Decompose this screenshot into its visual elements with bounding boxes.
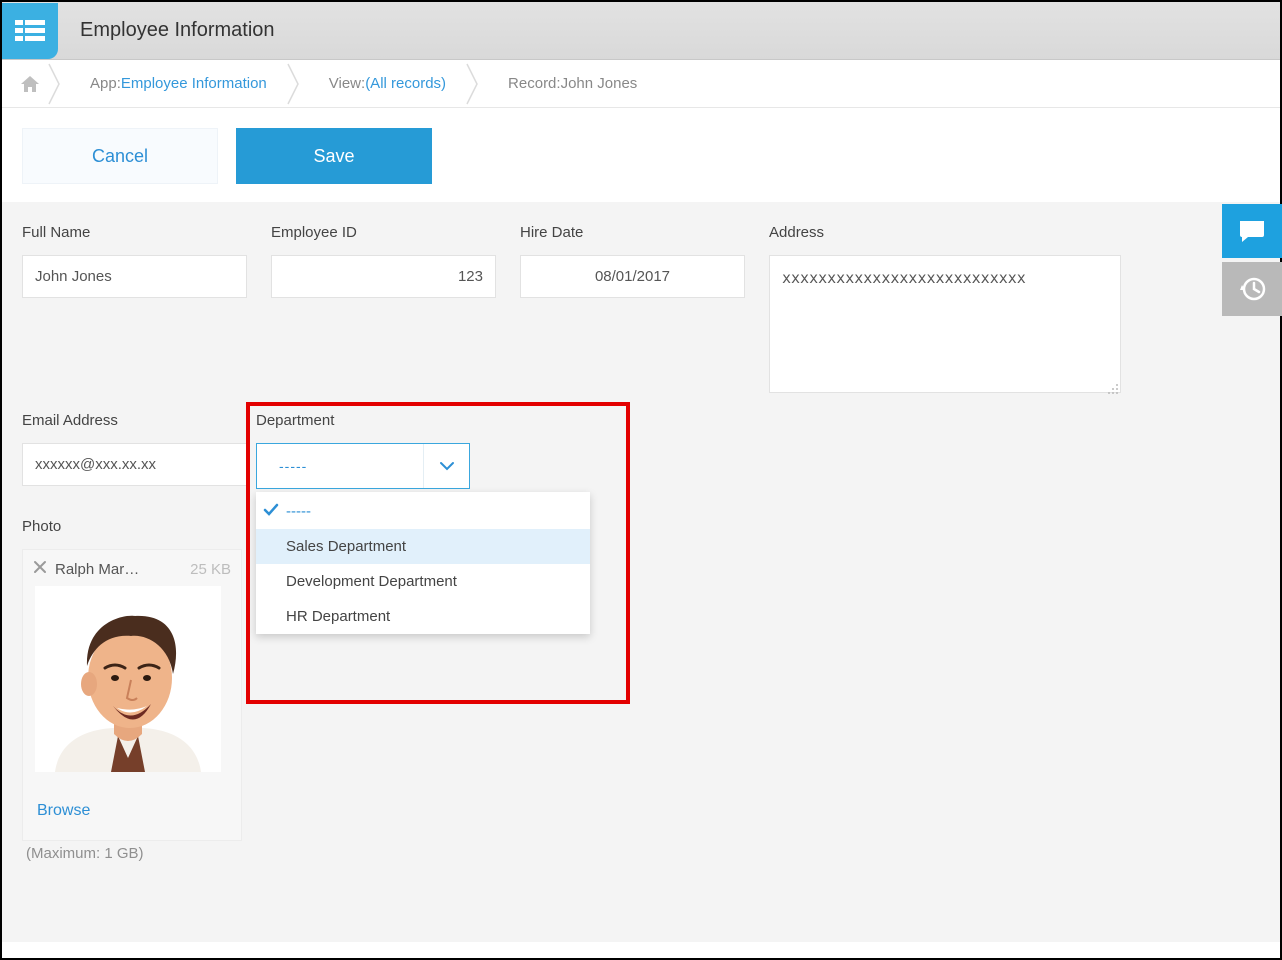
history-icon xyxy=(1238,275,1266,303)
department-option-development[interactable]: Development Department xyxy=(256,564,590,599)
hire-date-label: Hire Date xyxy=(520,224,745,241)
photo-label: Photo xyxy=(22,518,242,535)
employee-id-input[interactable] xyxy=(271,255,496,298)
avatar-image xyxy=(35,586,221,772)
chevron-down-icon xyxy=(423,444,469,488)
photo-filename[interactable]: Ralph Mar… xyxy=(55,561,151,578)
cancel-button[interactable]: Cancel xyxy=(22,128,218,184)
resize-handle-icon[interactable] xyxy=(1107,383,1119,395)
employee-id-label: Employee ID xyxy=(271,224,496,241)
chevron-right-icon xyxy=(466,60,480,108)
department-select[interactable]: ----- xyxy=(256,443,470,489)
department-option-none[interactable]: ----- xyxy=(256,494,590,529)
full-name-input[interactable] xyxy=(22,255,247,298)
email-input[interactable] xyxy=(22,443,247,486)
breadcrumb-record-prefix: Record: xyxy=(508,75,561,92)
department-option-label: HR Department xyxy=(286,608,390,625)
cancel-button-label: Cancel xyxy=(92,146,148,167)
photo-card: Ralph Mar… 25 KB xyxy=(22,549,242,841)
save-button[interactable]: Save xyxy=(236,128,432,184)
close-icon xyxy=(33,560,47,574)
list-icon xyxy=(15,18,45,44)
check-icon xyxy=(263,502,279,522)
action-bar: Cancel Save xyxy=(2,108,1280,202)
hire-date-input[interactable] xyxy=(520,255,745,298)
address-field: Address xyxy=(769,224,1121,397)
breadcrumb-record: Record: John Jones xyxy=(480,60,657,108)
browse-button-label: Browse xyxy=(37,802,90,819)
department-option-label: Sales Department xyxy=(286,538,406,555)
employee-id-field: Employee ID xyxy=(271,224,496,298)
save-button-label: Save xyxy=(313,146,354,167)
department-selected-value: ----- xyxy=(279,458,307,474)
chevron-right-icon xyxy=(48,60,62,108)
breadcrumb-record-name: John Jones xyxy=(561,75,638,92)
header-bar: Employee Information xyxy=(2,2,1280,60)
address-input[interactable] xyxy=(769,255,1121,393)
breadcrumb-app-link[interactable]: Employee Information xyxy=(121,75,267,92)
photo-max-size: (Maximum: 1 GB) xyxy=(22,841,242,862)
page-title: Employee Information xyxy=(80,19,275,42)
remove-photo-button[interactable] xyxy=(33,560,47,578)
department-option-label: ----- xyxy=(286,503,311,520)
history-tab[interactable] xyxy=(1222,262,1282,316)
email-label: Email Address xyxy=(22,412,247,429)
department-option-hr[interactable]: HR Department xyxy=(256,599,590,634)
breadcrumb-app[interactable]: App: Employee Information xyxy=(62,60,287,108)
department-dropdown-menu: ----- Sales Department Development Depar… xyxy=(256,492,590,634)
form-area: Full Name Employee ID Hire Date Address xyxy=(2,202,1280,942)
photo-field: Photo Ralph Mar… 25 KB xyxy=(22,518,242,862)
breadcrumb-view[interactable]: View: (All records) xyxy=(301,60,466,108)
hire-date-field: Hire Date xyxy=(520,224,745,298)
department-label: Department xyxy=(256,412,470,429)
chevron-right-icon xyxy=(287,60,301,108)
side-tabs xyxy=(1222,204,1282,316)
breadcrumb-view-prefix: View: xyxy=(329,75,365,92)
breadcrumb-view-link[interactable]: (All records) xyxy=(365,75,446,92)
breadcrumb-app-prefix: App: xyxy=(90,75,121,92)
email-field: Email Address xyxy=(22,412,247,486)
breadcrumb: App: Employee Information View: (All rec… xyxy=(2,60,1280,108)
comments-tab[interactable] xyxy=(1222,204,1282,258)
department-field: Department ----- ----- Sales Department … xyxy=(256,412,470,489)
app-icon[interactable] xyxy=(2,3,58,59)
department-option-label: Development Department xyxy=(286,573,457,590)
browse-button[interactable]: Browse xyxy=(23,772,241,828)
full-name-label: Full Name xyxy=(22,224,247,241)
photo-filesize: 25 KB xyxy=(190,561,231,578)
department-option-sales[interactable]: Sales Department xyxy=(256,529,590,564)
address-label: Address xyxy=(769,224,1121,241)
home-icon[interactable] xyxy=(16,70,44,98)
full-name-field: Full Name xyxy=(22,224,247,298)
comment-icon xyxy=(1238,219,1266,243)
photo-thumbnail[interactable] xyxy=(35,586,221,772)
